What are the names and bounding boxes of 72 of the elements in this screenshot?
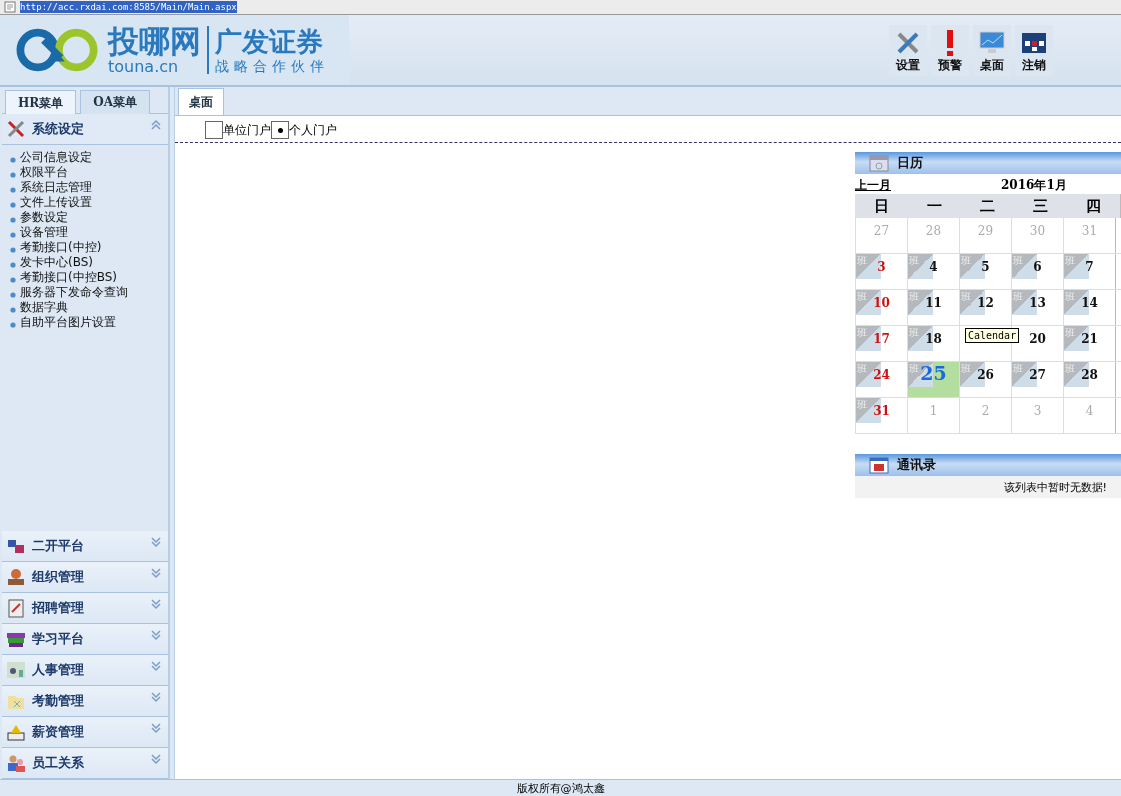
- menu-section-header[interactable]: 考勤管理: [2, 686, 168, 717]
- menu-section-header[interactable]: 系统设定: [2, 114, 168, 145]
- menu-section-header[interactable]: 组织管理: [2, 562, 168, 593]
- menu-link[interactable]: 发卡中心(BS): [20, 254, 93, 271]
- chevron-icon: [150, 691, 162, 703]
- logo-name: 投哪网: [108, 25, 201, 57]
- menu-tab[interactable]: HR菜单: [5, 90, 77, 115]
- chevron-icon: [150, 722, 162, 734]
- radio-button[interactable]: [271, 121, 289, 139]
- menu-section-header[interactable]: 人事管理: [2, 655, 168, 686]
- bullet-icon: [10, 157, 16, 163]
- desktop-tab[interactable]: 桌面: [178, 88, 224, 115]
- calendar-icon: [869, 154, 889, 172]
- menu-link[interactable]: 公司信息设定: [20, 149, 92, 166]
- bullet-icon: [10, 202, 16, 208]
- widget-title: 日历: [897, 154, 923, 172]
- previous-month-link[interactable]: 上一月: [855, 177, 891, 194]
- logo-domain: touna.cn: [108, 58, 179, 75]
- menu-link[interactable]: 自助平台图片设置: [20, 314, 116, 331]
- menu-link[interactable]: 服务器下发命令查询: [20, 284, 128, 301]
- chevron-icon: [150, 536, 162, 548]
- chevron-icon: [150, 753, 162, 765]
- exclamation-icon: [946, 28, 954, 57]
- month-label: 2016年1月: [1001, 177, 1067, 194]
- bullet-icon: [10, 322, 16, 328]
- weekday-header: 二: [979, 196, 996, 216]
- menu-link[interactable]: 数据字典: [20, 299, 68, 316]
- chevron-icon: [150, 119, 162, 131]
- bullet-icon: [10, 187, 16, 193]
- bullet-icon: [10, 277, 16, 283]
- empty-message: 该列表中暂时无数据!: [1003, 479, 1107, 495]
- menu-link[interactable]: 考勤接口(中控BS): [20, 269, 117, 286]
- menu-section-header[interactable]: 薪资管理: [2, 717, 168, 748]
- chevron-icon: [150, 629, 162, 641]
- bullet-icon: [10, 307, 16, 313]
- bullet-icon: [10, 262, 16, 268]
- menu-link[interactable]: 参数设定: [20, 209, 68, 226]
- radio-button[interactable]: [205, 121, 223, 139]
- weekday-header: 三: [1032, 196, 1049, 216]
- menu-section-header[interactable]: 二开平台: [2, 531, 168, 562]
- menu-link[interactable]: 设备管理: [20, 224, 68, 241]
- chevron-icon: [150, 598, 162, 610]
- bullet-icon: [10, 217, 16, 223]
- weekday-header: 一: [926, 196, 943, 216]
- menu-section-header[interactable]: 员工关系: [2, 748, 168, 779]
- bullet-icon: [10, 292, 16, 298]
- tooltip: Calendar: [965, 328, 1020, 343]
- menu-link[interactable]: 系统日志管理: [20, 179, 92, 196]
- bullet-icon: [10, 172, 16, 178]
- menu-link[interactable]: 考勤接口(中控): [20, 239, 102, 256]
- menu-tab[interactable]: OA菜单: [80, 90, 151, 114]
- bullet-icon: [10, 247, 16, 253]
- weekday-header: 四: [1085, 196, 1102, 216]
- org-icon: [6, 567, 26, 587]
- menu-section-header[interactable]: 招聘管理: [2, 593, 168, 624]
- menu-link[interactable]: 文件上传设置: [20, 194, 92, 211]
- copyright-text: 版权所有@鸿太鑫: [516, 781, 605, 796]
- weekday-header: 日: [873, 196, 890, 216]
- partner-tagline: 战略合作伙伴: [215, 58, 329, 73]
- partner-name: 广发证券: [215, 27, 324, 55]
- address-url[interactable]: http://acc.rxdai.com:8585/Main/Main.aspx: [20, 1, 237, 13]
- radio-label: 个人门户: [289, 121, 337, 139]
- bullet-icon: [10, 232, 16, 238]
- widget-title: 通讯录: [897, 456, 936, 474]
- address-book-icon: [869, 456, 889, 474]
- menu-section-header[interactable]: 学习平台: [2, 624, 168, 655]
- menu-link[interactable]: 权限平台: [20, 164, 68, 181]
- users-icon: [6, 753, 26, 773]
- clipboard-icon: [6, 598, 26, 618]
- chevron-icon: [150, 660, 162, 672]
- chevron-icon: [150, 567, 162, 579]
- radio-label: 单位门户: [223, 121, 271, 139]
